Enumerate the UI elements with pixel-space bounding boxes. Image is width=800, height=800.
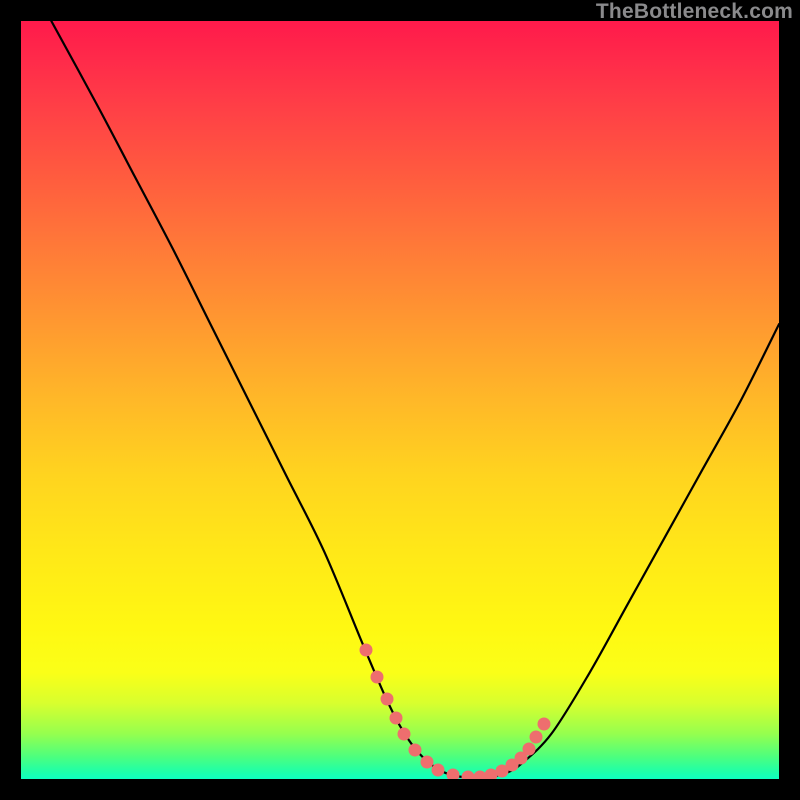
- chart-stage: TheBottleneck.com: [0, 0, 800, 800]
- bottleneck-dot: [371, 670, 384, 683]
- bottleneck-dot: [397, 727, 410, 740]
- bottleneck-dot: [431, 763, 444, 776]
- bottleneck-curve: [21, 21, 779, 779]
- bottleneck-dot: [359, 644, 372, 657]
- bottleneck-dot: [447, 769, 460, 779]
- bottleneck-dot: [522, 742, 535, 755]
- attribution-text: TheBottleneck.com: [596, 0, 793, 24]
- bottleneck-dot: [381, 693, 394, 706]
- plot-area: [21, 21, 779, 779]
- bottleneck-dot: [530, 731, 543, 744]
- bottleneck-dot: [409, 744, 422, 757]
- bottleneck-dot: [390, 712, 403, 725]
- bottleneck-dot: [538, 718, 551, 731]
